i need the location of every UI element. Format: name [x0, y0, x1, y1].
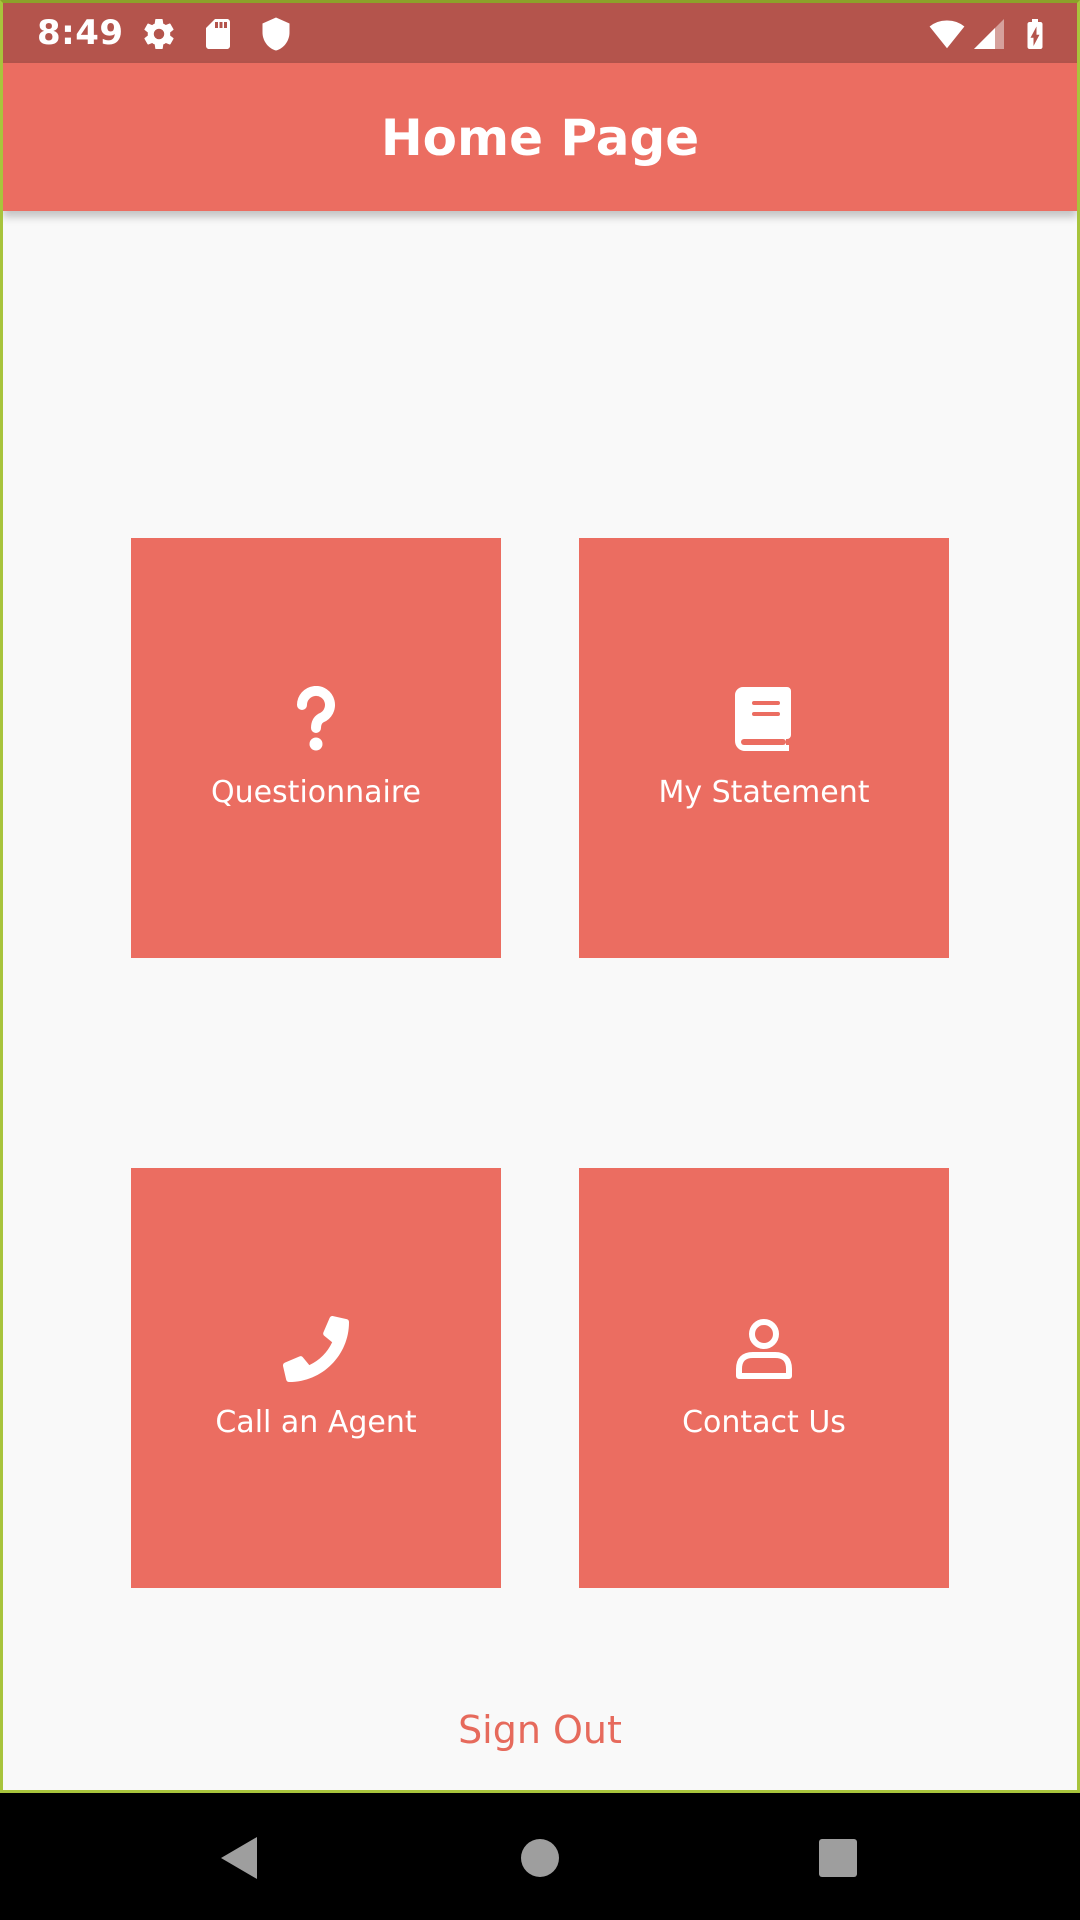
person-icon — [579, 1313, 949, 1385]
questionnaire-tile[interactable]: Questionnaire — [131, 538, 501, 958]
page-title: Home Page — [380, 109, 700, 167]
tile-label: My Statement — [658, 775, 870, 810]
home-icon[interactable] — [505, 1823, 575, 1893]
shield-icon — [262, 17, 290, 51]
app-bar: Home Page — [3, 63, 1077, 211]
signal-icon — [974, 19, 1004, 49]
status-bar: 8:49 — [3, 3, 1077, 63]
phone-icon — [131, 1313, 501, 1385]
book-icon — [579, 683, 949, 755]
status-time: 8:49 — [37, 13, 124, 53]
tile-label: Questionnaire — [210, 775, 422, 810]
my-statement-tile[interactable]: My Statement — [579, 538, 949, 958]
question-icon — [131, 683, 501, 755]
sign-out-button[interactable]: Sign Out — [3, 1708, 1077, 1752]
back-icon[interactable] — [205, 1823, 275, 1893]
contact-us-tile[interactable]: Contact Us — [579, 1168, 949, 1588]
call-agent-tile[interactable]: Call an Agent — [131, 1168, 501, 1588]
navigation-bar — [0, 1793, 1080, 1920]
wifi-icon — [929, 20, 965, 49]
recents-icon[interactable] — [803, 1823, 873, 1893]
gear-icon — [144, 19, 174, 50]
tile-label: Contact Us — [682, 1405, 846, 1440]
battery-charging-icon — [1027, 19, 1043, 49]
sd-card-icon — [206, 19, 230, 49]
app-screen: 8:49 Home Page Questionnaire My Statemen… — [0, 0, 1080, 1793]
tile-label: Call an Agent — [215, 1405, 417, 1440]
